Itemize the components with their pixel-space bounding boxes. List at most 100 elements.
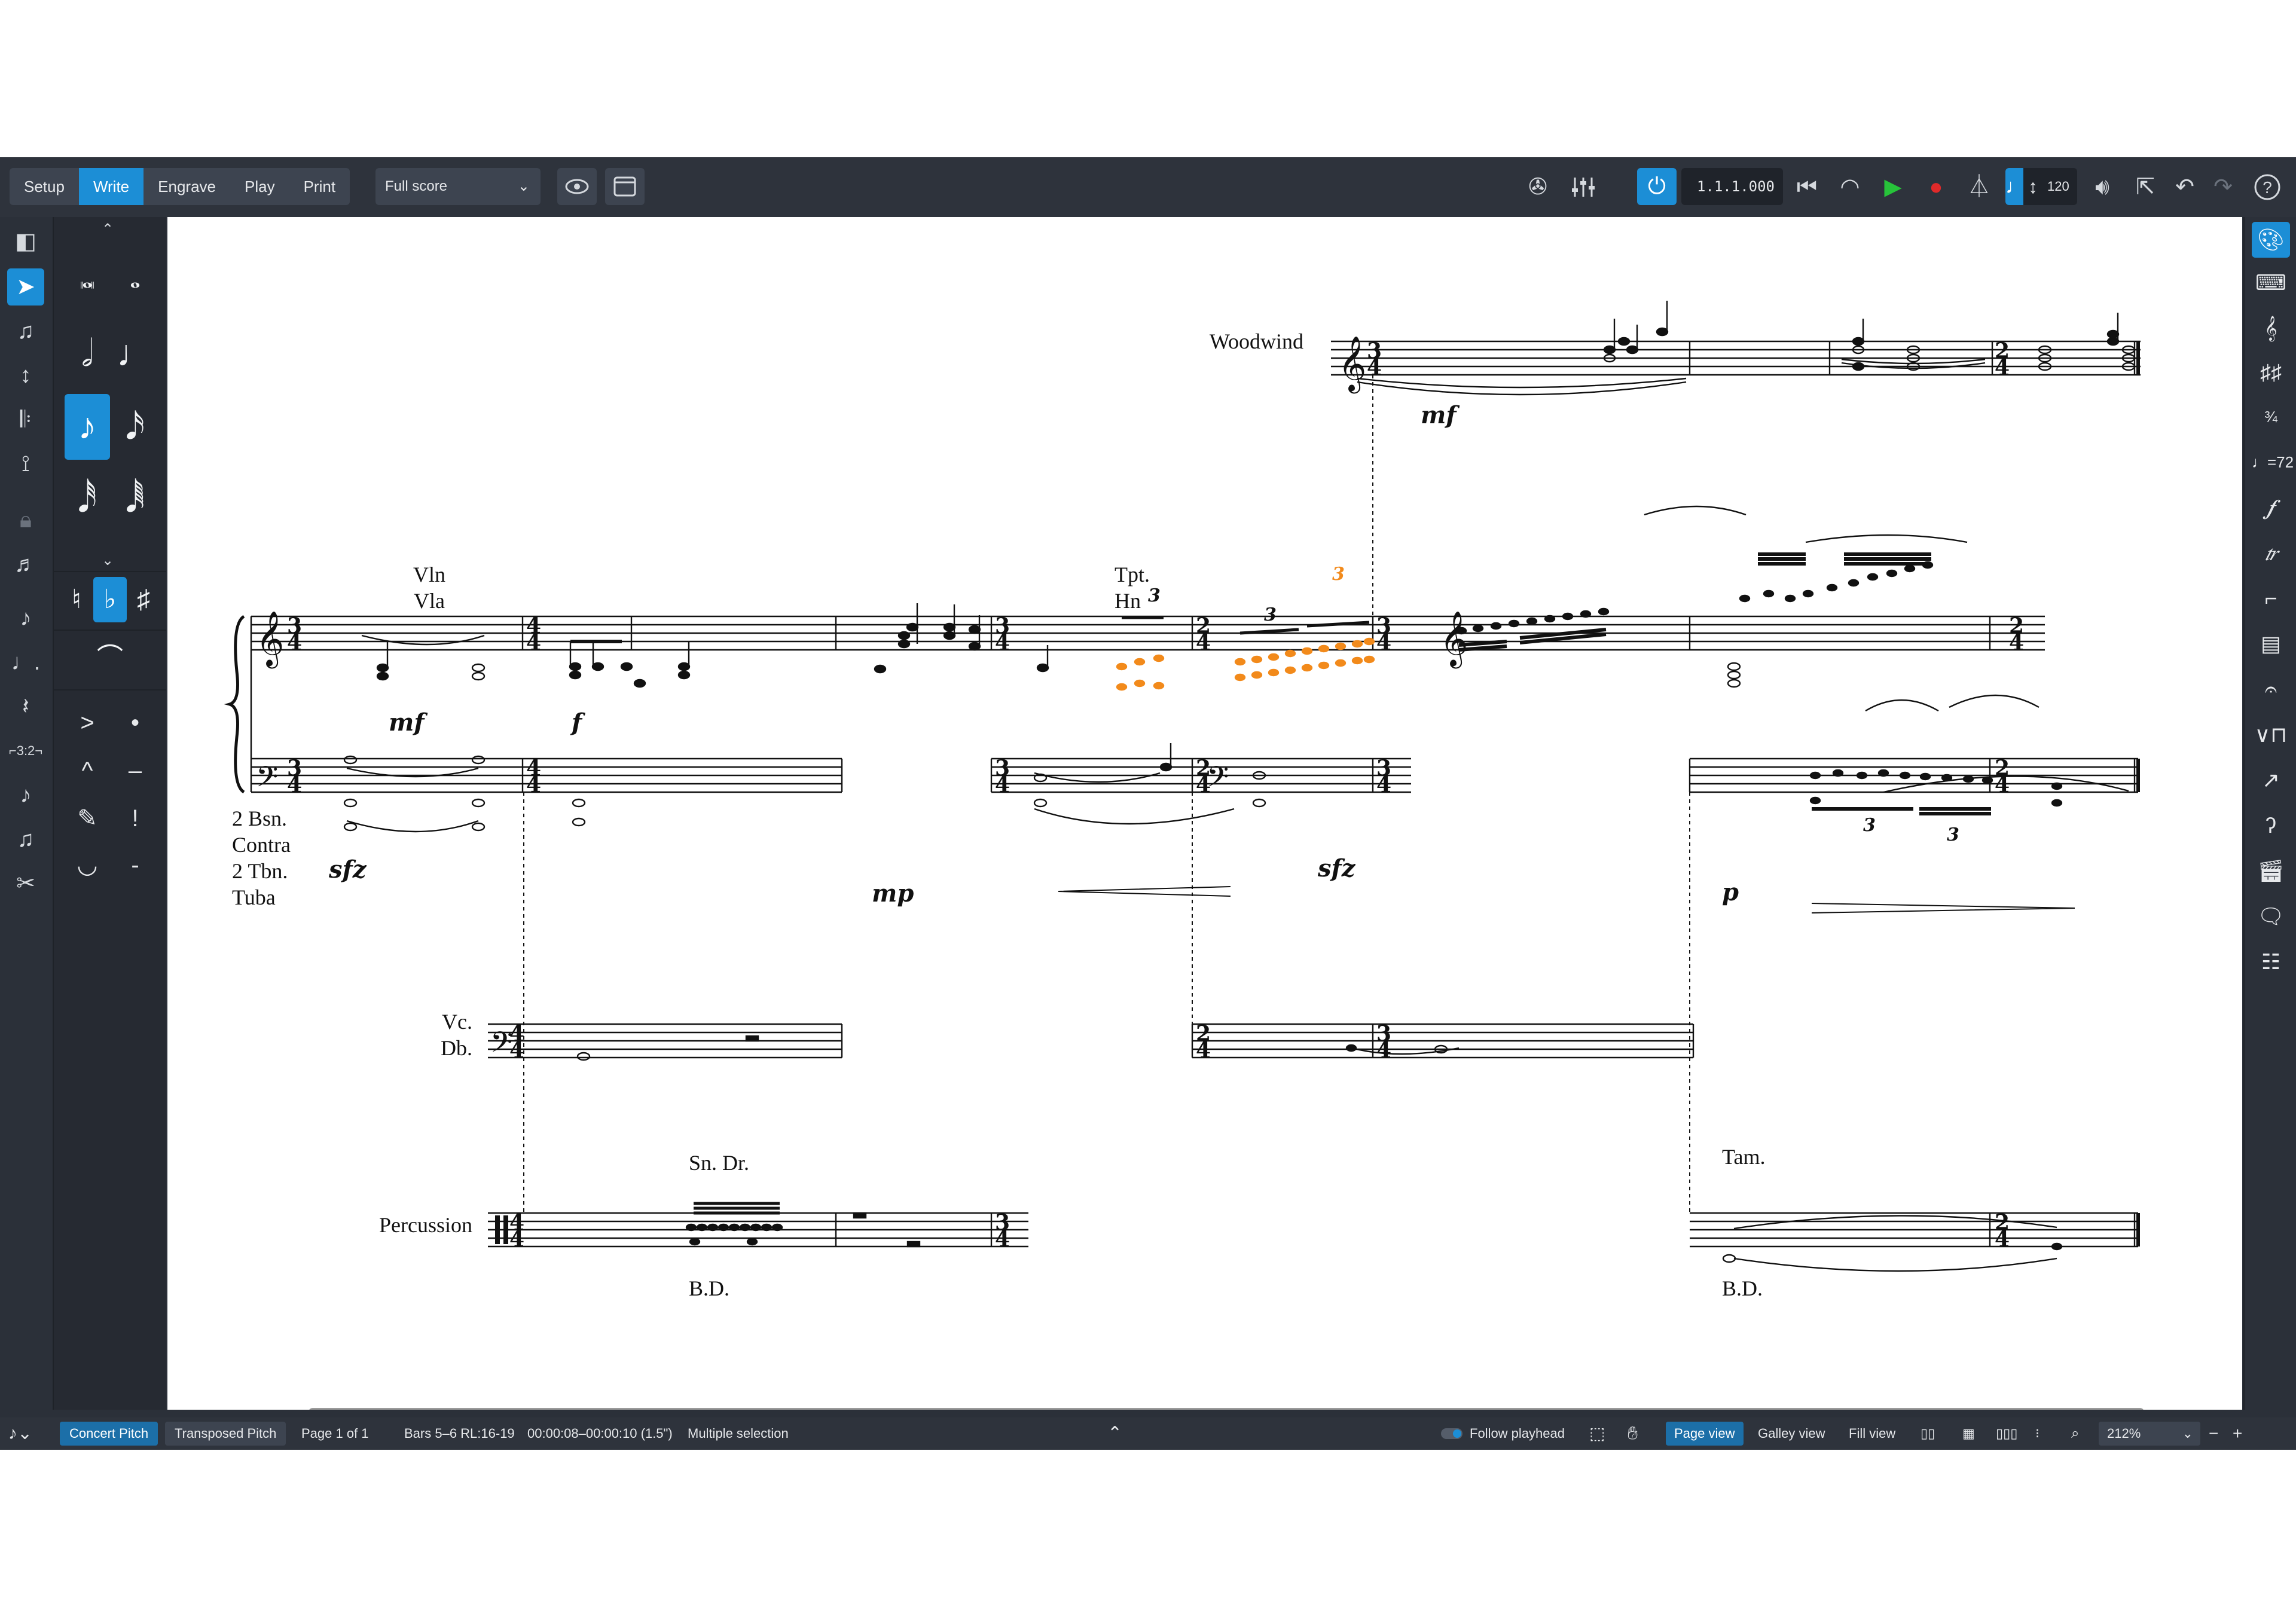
- horizontal-scrollbar[interactable]: [309, 1408, 2144, 1410]
- vertical-pages-icon[interactable]: ⁝: [2035, 1417, 2039, 1450]
- note-icon[interactable]: ♪⌄: [8, 1417, 32, 1450]
- record-icon[interactable]: ●: [1919, 170, 1953, 204]
- slur-icon[interactable]: ⌒: [87, 636, 133, 681]
- tempo-display[interactable]: ♩ ↕ 120: [2005, 168, 2077, 205]
- bowing-icon[interactable]: ∨⊓: [2252, 717, 2290, 753]
- accent-icon[interactable]: >: [65, 700, 110, 746]
- hearing-icon[interactable]: ʔ: [2252, 808, 2290, 844]
- sixteenth-note-icon[interactable]: 𝅘𝅥𝅯: [112, 394, 158, 460]
- stem-icon[interactable]: ⟟: [7, 445, 44, 482]
- zoom-selector[interactable]: 212% ⌄: [2099, 1422, 2200, 1446]
- sixty-fourth-note-icon[interactable]: 𝅘𝅥𝅱: [112, 467, 158, 533]
- sharp-icon[interactable]: ♯: [127, 577, 160, 622]
- tremolo-icon[interactable]: 𝄆: [7, 401, 44, 438]
- page-view-tab[interactable]: Page view: [1666, 1422, 1744, 1446]
- insert-icon[interactable]: ↕: [7, 357, 44, 394]
- bars-icon[interactable]: ▤: [2252, 626, 2290, 662]
- help-icon[interactable]: ?: [2251, 170, 2284, 204]
- repeat-icon[interactable]: ⌐: [2252, 581, 2290, 616]
- grid-icon[interactable]: ▦: [1962, 1417, 1975, 1450]
- tempo-icon[interactable]: ♩=72: [2252, 444, 2294, 480]
- metronome-icon[interactable]: ⏃: [1962, 170, 1996, 204]
- grace-note-icon[interactable]: ♪: [7, 600, 44, 637]
- mixer-icon[interactable]: [1567, 170, 1600, 204]
- slash-icon[interactable]: ♫: [7, 821, 44, 858]
- tab-setup[interactable]: Setup: [10, 168, 79, 205]
- staff-label-vc: Vc.: [442, 1010, 472, 1034]
- clapper-icon[interactable]: 🎬︎: [2252, 853, 2290, 889]
- tuplet-icon[interactable]: ⌐3:2¬: [7, 732, 44, 769]
- fill-view-tab[interactable]: Fill view: [1840, 1422, 1904, 1446]
- clef-icon[interactable]: 𝄞: [2252, 310, 2290, 346]
- rewind-icon[interactable]: ⏮: [1790, 170, 1824, 204]
- flat-icon[interactable]: ♭: [93, 577, 127, 622]
- tenuto-staccato-icon[interactable]: -: [112, 842, 158, 888]
- half-note-icon[interactable]: 𝅗𝅥: [65, 321, 110, 387]
- score-canvas[interactable]: 𝄞 𝄞 𝄢 𝄢 𝄢 𝄞 34 24 34 44 34 24 34 24 34 4…: [167, 217, 2242, 1410]
- transposed-pitch-button[interactable]: Transposed Pitch: [165, 1422, 286, 1446]
- timecode-display: 1.1.1.000: [1681, 168, 1783, 205]
- natural-icon[interactable]: ♮: [60, 577, 93, 622]
- zoom-icon[interactable]: ⌕: [2071, 1417, 2079, 1450]
- zoom-out-icon[interactable]: −: [2209, 1417, 2218, 1450]
- chevron-up-icon[interactable]: ⌃: [102, 221, 114, 237]
- lock-icon[interactable]: 🔒︎: [7, 502, 44, 539]
- power-icon[interactable]: ⏻: [1637, 168, 1677, 205]
- tab-write[interactable]: Write: [78, 168, 144, 205]
- quarter-note-icon[interactable]: ♩: [112, 321, 158, 387]
- force-duration-icon[interactable]: ♪: [7, 777, 44, 814]
- chevron-down-icon[interactable]: ⌄: [102, 552, 114, 569]
- loop-icon[interactable]: ◠: [1833, 170, 1867, 204]
- video-icon[interactable]: ✇: [1521, 170, 1555, 204]
- comment-icon[interactable]: 🗨︎: [2252, 899, 2290, 934]
- zoom-in-icon[interactable]: +: [2233, 1417, 2242, 1450]
- tenuto-icon[interactable]: –: [112, 748, 158, 793]
- galley-view-tab[interactable]: Galley view: [1750, 1422, 1833, 1446]
- select-icon[interactable]: ➤: [7, 268, 44, 305]
- volume-icon[interactable]: 🔊︎: [2086, 170, 2119, 204]
- tab-engrave[interactable]: Engrave: [144, 168, 230, 205]
- thirty-second-note-icon[interactable]: 𝅘𝅥𝅰: [65, 467, 110, 533]
- undo-icon[interactable]: ↶: [2168, 170, 2202, 204]
- tab-play[interactable]: Play: [230, 168, 289, 205]
- top-toolbar: Setup Write Engrave Play Print Full scor…: [0, 157, 2296, 217]
- checklist-icon[interactable]: ☷: [2252, 944, 2290, 980]
- redo-icon[interactable]: ↷: [2206, 170, 2240, 204]
- export-icon[interactable]: ⇱: [2129, 170, 2162, 204]
- rest-icon[interactable]: 𝄽: [7, 688, 44, 725]
- ornaments-icon[interactable]: 𝆖: [2252, 535, 2290, 571]
- svg-text:4: 4: [1367, 355, 1382, 380]
- hand-icon[interactable]: ✋︎: [1628, 1417, 1638, 1450]
- concert-pitch-button[interactable]: Concert Pitch: [60, 1422, 158, 1446]
- tab-print[interactable]: Print: [289, 168, 350, 205]
- spread-icon[interactable]: ▯▯: [1921, 1417, 1935, 1450]
- time-signature-icon[interactable]: ¾: [2252, 399, 2290, 435]
- view-options-button[interactable]: [557, 168, 597, 205]
- keyboard-icon[interactable]: ⌨: [2252, 265, 2290, 301]
- staccato-icon[interactable]: •: [112, 700, 158, 746]
- staccatissimo-icon[interactable]: ✎: [65, 796, 110, 841]
- key-signature-icon[interactable]: ♯♯: [2252, 355, 2290, 390]
- scissors-icon[interactable]: ✂: [7, 865, 44, 902]
- line-icon[interactable]: ↗: [2252, 762, 2290, 798]
- page-view-button[interactable]: [605, 168, 645, 205]
- fermata-icon[interactable]: 𝄐: [2252, 671, 2290, 707]
- eighth-note-icon[interactable]: ♪: [65, 394, 110, 460]
- stress-icon[interactable]: !: [112, 796, 158, 841]
- unstress-icon[interactable]: ◡: [65, 842, 110, 888]
- breve-icon[interactable]: 𝅜: [65, 256, 110, 302]
- panel-toggle-icon[interactable]: ◧: [7, 223, 44, 260]
- marquee-select-icon[interactable]: ⬚: [1589, 1417, 1605, 1450]
- palette-icon[interactable]: 🎨︎: [2252, 222, 2290, 258]
- layout-selector[interactable]: Full score ⌄: [375, 168, 541, 205]
- chevron-up-icon[interactable]: ⌃: [1107, 1417, 1122, 1450]
- chord-symbol-icon[interactable]: ♬: [7, 546, 44, 583]
- dotted-note-icon[interactable]: ♩.: [7, 644, 44, 681]
- play-icon[interactable]: ▶: [1876, 170, 1910, 204]
- follow-playhead-toggle[interactable]: [1441, 1428, 1463, 1439]
- horizontal-pages-icon[interactable]: ▯▯▯: [1996, 1417, 2017, 1450]
- whole-note-icon[interactable]: 𝅝: [112, 256, 158, 302]
- note-input-icon[interactable]: ♫: [7, 313, 44, 350]
- marcato-icon[interactable]: ^: [65, 748, 110, 793]
- dynamics-icon[interactable]: 𝆑: [2252, 490, 2290, 526]
